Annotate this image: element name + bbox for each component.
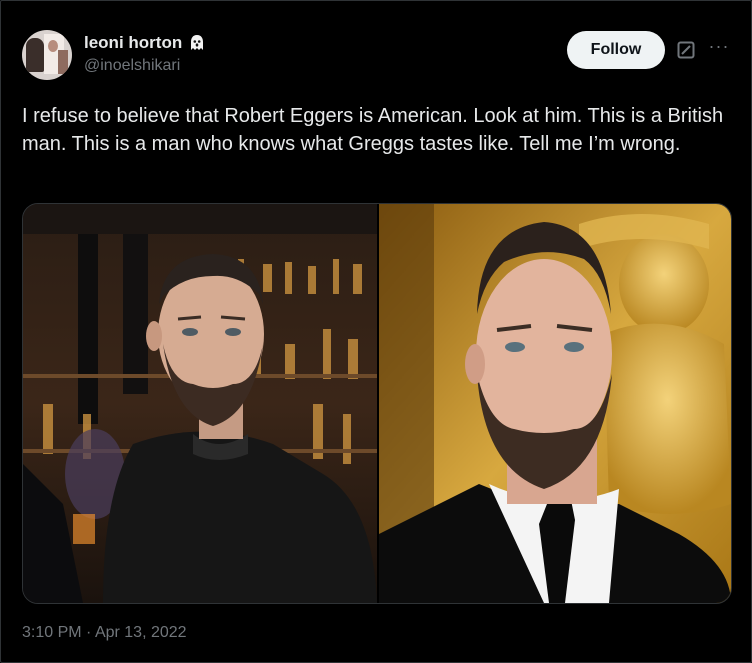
tweet-time: 3:10 PM (22, 624, 82, 641)
tweet-media[interactable] (22, 203, 732, 604)
author-name-row[interactable]: leoni horton (84, 33, 206, 53)
photo-oscar-portrait (379, 204, 731, 603)
avatar[interactable] (22, 30, 72, 80)
more-icon[interactable]: ··· (708, 37, 730, 60)
ghost-icon (188, 34, 206, 52)
author-handle[interactable]: @inoelshikari (84, 57, 180, 75)
tweet-text: I refuse to believe that Robert Eggers i… (22, 105, 724, 155)
grok-icon[interactable] (676, 40, 696, 60)
tweet-timestamp[interactable]: 3:10 PM · Apr 13, 2022 (22, 624, 187, 642)
media-photo-right[interactable] (379, 204, 731, 603)
display-name[interactable]: leoni horton (84, 33, 182, 53)
tweet-header: leoni horton @inoelshikari Follow ··· (22, 30, 732, 84)
photo-bar-portrait (23, 204, 377, 603)
timestamp-separator: · (81, 624, 95, 641)
media-photo-left[interactable] (23, 204, 377, 603)
follow-button[interactable]: Follow (567, 31, 665, 69)
tweet-date: Apr 13, 2022 (94, 624, 187, 641)
